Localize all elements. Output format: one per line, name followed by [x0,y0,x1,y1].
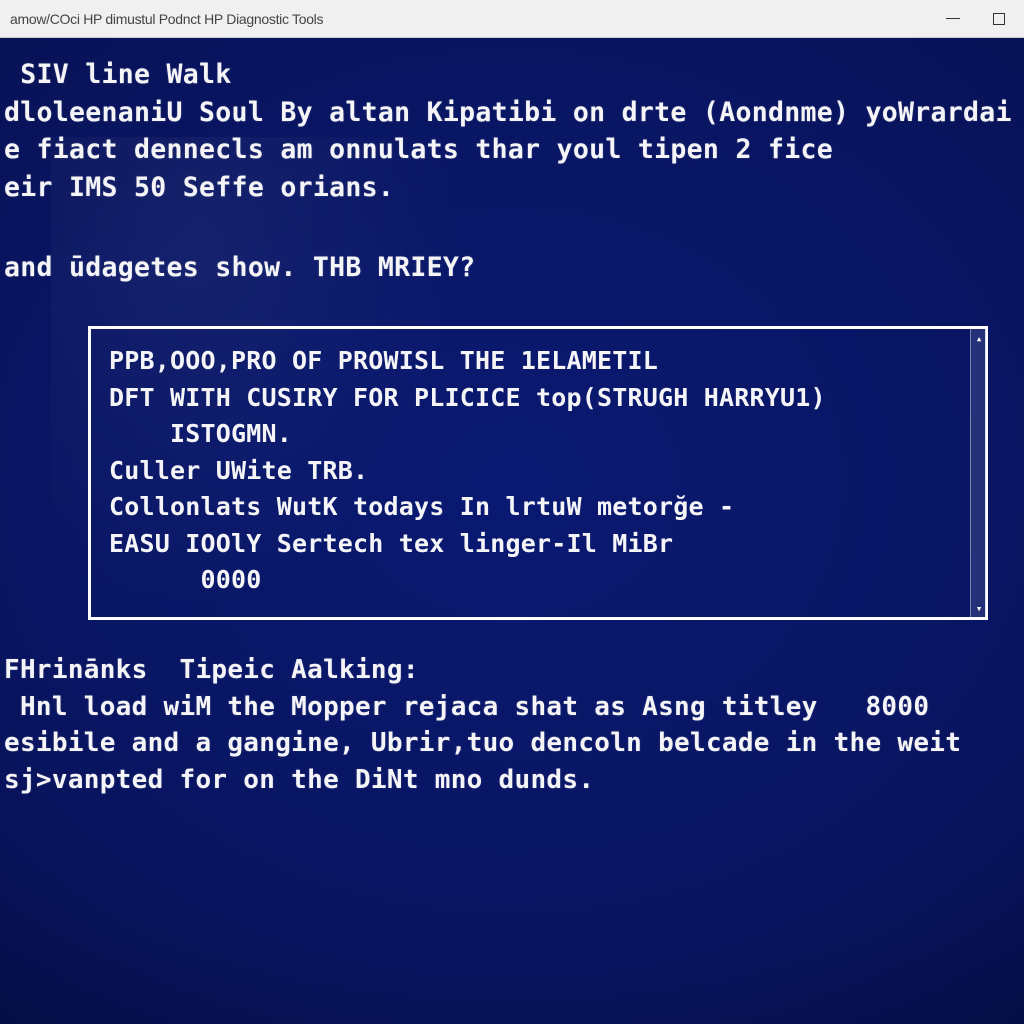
maximize-button[interactable] [990,10,1008,28]
maximize-icon [993,13,1005,25]
box-line: PPB,OOO,PRO OF PROWISL THE 1ELAMETIL [109,343,969,380]
terminal-lower-text: FHrinānks Tipeic Aalking: Hnl load wiM t… [0,652,1024,800]
window-controls [944,10,1014,28]
minimize-button[interactable] [944,10,962,28]
term-line: and ūdagetes show. THB MRIEY? [0,249,1024,287]
box-line: ISTOGMN. [109,416,969,453]
term-line: esibile and a gangine, Ubrir,tuo dencoln… [0,725,1024,762]
box-line: DFT WITH CUSIRY FOR PLICICE top(STRUGH H… [109,380,969,417]
term-line: eir IMS 50 Seffe orians. [0,169,1024,207]
window-title: amow/COci HP dimustul Podnct HP Diagnost… [10,11,323,27]
box-line: Collonlats WutK todays In lrtuW metorğe … [109,489,969,526]
term-line: e fiact dennecls am onnulats thar youl t… [0,131,1024,169]
terminal-prompt: and ūdagetes show. THB MRIEY? [0,249,1024,287]
scroll-down-icon[interactable]: ▾ [973,602,985,614]
window-title-bar: amow/COci HP dimustul Podnct HP Diagnost… [0,0,1024,38]
box-line: 0000 [109,562,969,599]
scroll-up-icon[interactable]: ▴ [973,332,985,344]
minimize-icon [946,18,960,19]
terminal-upper-text: SIV line Walk dloleenaniU Soul By altan … [0,56,1024,207]
term-line: Hnl load wiM the Mopper rejaca shat as A… [0,689,1024,726]
term-line: FHrinānks Tipeic Aalking: [0,652,1024,689]
terminal-screen[interactable]: SIV line Walk dloleenaniU Soul By altan … [0,38,1024,1024]
terminal-output-box: PPB,OOO,PRO OF PROWISL THE 1ELAMETIL DFT… [88,326,988,620]
term-line: dloleenaniU Soul By altan Kipatibi on dr… [0,94,1024,132]
scrollbar[interactable]: ▴ ▾ [970,329,986,617]
term-line: sj>vanpted for on the DiNt mno dunds. [0,762,1024,799]
box-line: EASU IOOlY Sertech tex linger-Il MiBr [109,526,969,563]
box-line: Culler UWite TRB. [109,453,969,490]
term-line: SIV line Walk [0,56,1024,94]
